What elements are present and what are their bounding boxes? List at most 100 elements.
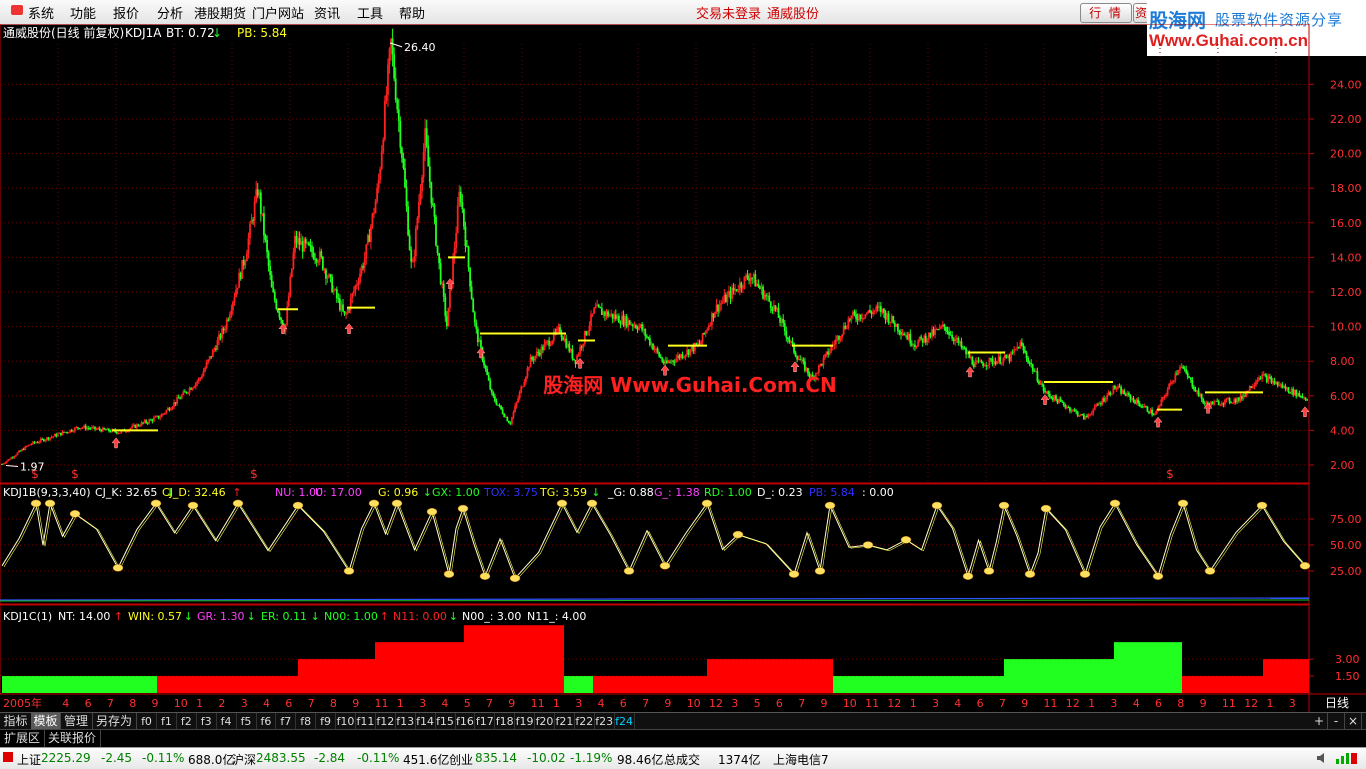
formula-tab-f10[interactable]: f10 bbox=[336, 713, 356, 730]
sound-icon[interactable] bbox=[1315, 751, 1329, 768]
formula-tab-f1[interactable]: f1 bbox=[157, 713, 177, 730]
formula-tab-f2[interactable]: f2 bbox=[177, 713, 197, 730]
formula-tab-f20[interactable]: f20 bbox=[535, 713, 555, 730]
formula-tab-f3[interactable]: f3 bbox=[197, 713, 217, 730]
formula-tab-f12[interactable]: f12 bbox=[376, 713, 396, 730]
menu-item-analysis[interactable]: 分析 bbox=[157, 3, 183, 22]
menu-item-help[interactable]: 帮助 bbox=[399, 3, 425, 22]
menu-item-tools[interactable]: 工具 bbox=[357, 3, 383, 22]
formula-tab-f23[interactable]: f23 bbox=[595, 713, 615, 730]
formula-tab-f24[interactable]: f24 bbox=[615, 713, 635, 730]
quote-button[interactable]: 行 情 bbox=[1080, 3, 1132, 23]
cy-index-name[interactable]: 创业 bbox=[449, 751, 473, 768]
formula-tab-f11[interactable]: f11 bbox=[356, 713, 376, 730]
kdj1c-field-arrow: ↑ bbox=[380, 610, 389, 623]
formula-tab-f0[interactable]: f0 bbox=[137, 713, 157, 730]
time-axis-label: 3 bbox=[419, 697, 426, 710]
tab-indicator[interactable]: 指标 bbox=[0, 713, 32, 730]
candle-body bbox=[21, 448, 24, 451]
candle-body bbox=[421, 177, 423, 192]
candle-body bbox=[483, 360, 485, 366]
candle-body bbox=[77, 427, 79, 429]
formula-tab-f18[interactable]: f18 bbox=[495, 713, 516, 730]
tab-extension-area[interactable]: 扩展区 bbox=[0, 730, 45, 747]
formula-tab-f15[interactable]: f15 bbox=[436, 713, 456, 730]
candle-body bbox=[137, 424, 140, 426]
tab-manage[interactable]: 管理 bbox=[60, 713, 93, 730]
formula-tab-f22[interactable]: f22 bbox=[575, 713, 595, 730]
kdj-field: CJ_D: 32.46 bbox=[162, 486, 226, 499]
kdj-signal-dot bbox=[1256, 501, 1268, 510]
candle-body bbox=[135, 424, 138, 428]
candle-body bbox=[357, 282, 360, 285]
candle-body bbox=[432, 203, 434, 206]
candle-body bbox=[366, 235, 369, 245]
candle-body bbox=[926, 339, 929, 343]
candle-body bbox=[839, 337, 842, 341]
formula-tab-f19[interactable]: f19 bbox=[515, 713, 536, 730]
formula-tab-f5[interactable]: f5 bbox=[237, 713, 257, 730]
formula-tab-f17[interactable]: f17 bbox=[475, 713, 496, 730]
formula-tab-f4[interactable]: f4 bbox=[217, 713, 237, 730]
candle-body bbox=[52, 436, 55, 438]
candle-body bbox=[599, 306, 602, 309]
tab-save-as[interactable]: 另存为 bbox=[92, 713, 137, 730]
candle-body bbox=[1276, 381, 1279, 386]
sh-index-amount: 688.0亿 bbox=[188, 753, 235, 767]
formula-tab-f7[interactable]: f7 bbox=[276, 713, 297, 730]
candle-body bbox=[605, 311, 608, 316]
candle-body bbox=[661, 357, 664, 362]
candle-body bbox=[526, 367, 529, 377]
menu-item-quotes[interactable]: 报价 bbox=[113, 3, 139, 22]
candle-body bbox=[1123, 390, 1126, 395]
sh-index-name[interactable]: 上证 bbox=[17, 751, 41, 768]
hs-index-name[interactable]: 沪深 bbox=[232, 751, 256, 768]
menu-item-portal[interactable]: 门户网站 bbox=[252, 3, 304, 22]
formula-tab-f6[interactable]: f6 bbox=[256, 713, 277, 730]
candle-body bbox=[1067, 407, 1070, 409]
formula-tab-f16[interactable]: f16 bbox=[455, 713, 476, 730]
candle-body bbox=[1089, 414, 1091, 416]
close-panel-button[interactable]: × bbox=[1345, 713, 1362, 730]
candle-body bbox=[596, 304, 599, 307]
candle-body bbox=[841, 334, 843, 338]
candle-body bbox=[173, 402, 175, 408]
formula-tab-f14[interactable]: f14 bbox=[416, 713, 436, 730]
candle-body bbox=[969, 357, 972, 359]
chart-area[interactable]: $ $ $ $ 24.0022.0020.0018.0016.0014.0012.00… bbox=[0, 24, 1366, 712]
price-tick-label: 4.00 bbox=[1330, 424, 1355, 437]
candle-body bbox=[473, 312, 476, 323]
sh-index-icon bbox=[2, 751, 14, 766]
candle-body bbox=[878, 306, 881, 308]
zoom-out-button[interactable]: - bbox=[1328, 713, 1345, 730]
candle-body bbox=[1025, 352, 1028, 359]
menu-item-system[interactable]: 系统 bbox=[28, 3, 54, 22]
candle-body bbox=[932, 329, 935, 335]
candle-body bbox=[425, 128, 428, 146]
formula-tab-f8[interactable]: f8 bbox=[296, 713, 317, 730]
zoom-in-button[interactable]: + bbox=[1311, 713, 1328, 730]
time-axis-label: 1 bbox=[1267, 697, 1274, 710]
candle-body bbox=[879, 306, 882, 313]
menu-item-hk-futures[interactable]: 港股期货 bbox=[194, 3, 246, 22]
candle-body bbox=[373, 213, 375, 215]
candle-body bbox=[1106, 394, 1109, 400]
menu-item-news[interactable]: 资讯 bbox=[314, 3, 340, 22]
time-axis-label: 3 bbox=[1110, 697, 1117, 710]
login-status[interactable]: 交易未登录 bbox=[696, 3, 761, 22]
candle-body bbox=[179, 398, 182, 400]
tab-related-quotes[interactable]: 关联报价 bbox=[44, 730, 101, 747]
formula-tab-f13[interactable]: f13 bbox=[396, 713, 416, 730]
candle-body bbox=[467, 246, 470, 268]
hs-index-value: 2483.55 bbox=[256, 751, 306, 765]
formula-tab-f9[interactable]: f9 bbox=[316, 713, 337, 730]
candle-body bbox=[151, 419, 154, 422]
formula-tab-f21[interactable]: f21 bbox=[555, 713, 575, 730]
kdj-signal-dot bbox=[701, 499, 713, 508]
menu-item-functions[interactable]: 功能 bbox=[70, 3, 96, 22]
kdj1c-panel-name: KDJ1C(1) bbox=[3, 610, 52, 623]
broker-connection[interactable]: 上海电信7 bbox=[773, 751, 829, 768]
candle-body bbox=[103, 427, 106, 430]
tab-template[interactable]: 模板 bbox=[31, 713, 61, 730]
candle-body bbox=[1264, 374, 1267, 376]
